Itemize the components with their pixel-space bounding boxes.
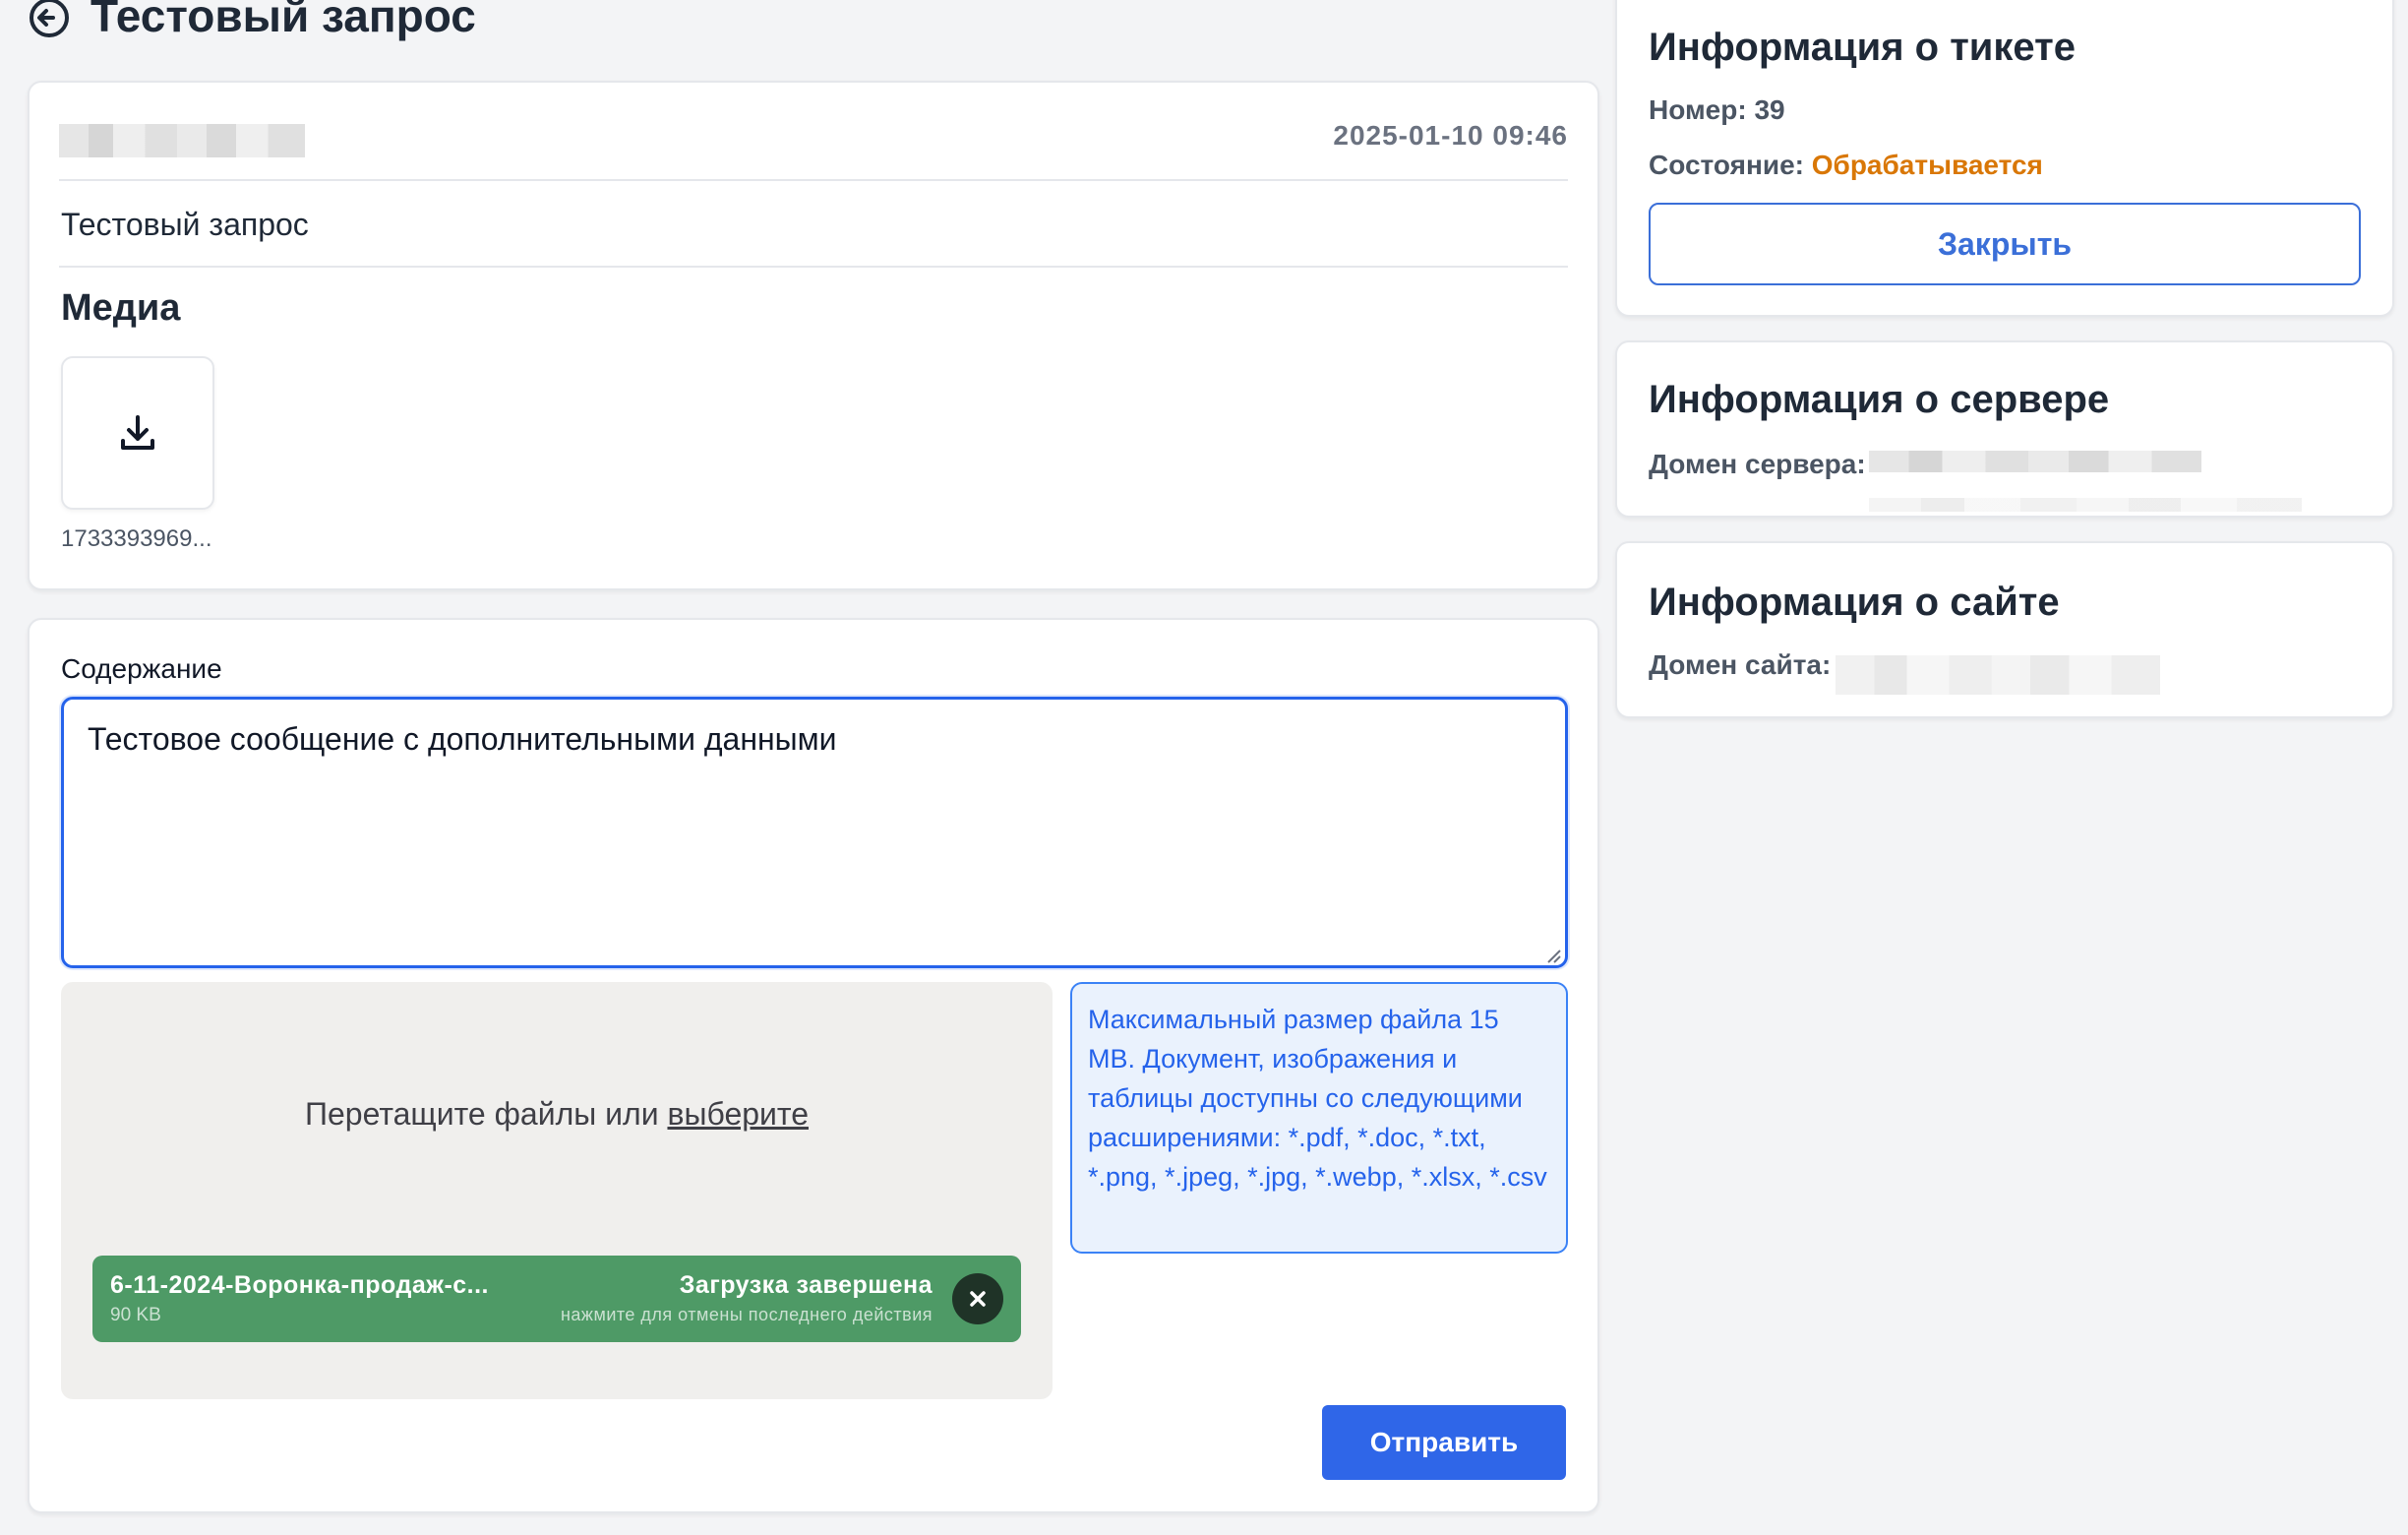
ticket-state-value: Обрабатывается: [1811, 150, 2043, 180]
ticket-number-label: Номер:: [1649, 94, 1747, 125]
back-arrow-icon: [30, 0, 69, 37]
back-button[interactable]: [28, 0, 73, 39]
server-info-heading: Информация о сервере: [1649, 378, 2110, 421]
page-title: Тестовый запрос: [90, 0, 476, 41]
ticket-info-card: Информация о тикете Номер: 39 Состояние:…: [1615, 0, 2394, 317]
ticket-info-heading: Информация о тикете: [1649, 26, 2076, 69]
upload-hint: нажмите для отмены последнего действия: [560, 1305, 933, 1324]
resize-handle-icon[interactable]: [1544, 947, 1562, 964]
server-domain-label: Домен сервера:: [1649, 449, 1866, 479]
close-ticket-label: Закрыть: [1937, 225, 2073, 262]
upload-file-size: 90 KB: [110, 1305, 161, 1325]
site-info-card: Информация о сайте Домен сайта:: [1615, 541, 2394, 718]
ticket-number: Номер: 39: [1649, 94, 1785, 126]
message-subject: Тестовый запрос: [61, 207, 309, 242]
upload-status: Загрузка завершена: [679, 1271, 933, 1299]
content-label: Содержание: [61, 653, 222, 684]
file-dropzone[interactable]: Перетащите файлы или выберите 6-11-2024-…: [61, 982, 1053, 1399]
close-ticket-button[interactable]: Закрыть: [1649, 203, 2361, 285]
server-info-card: Информация о сервере Домен сервера:: [1615, 340, 2394, 518]
ticket-number-value: 39: [1754, 94, 1785, 125]
dropzone-select-link[interactable]: выберите: [667, 1096, 809, 1132]
attachment-name: 1733393969...: [61, 525, 212, 552]
site-info-heading: Информация о сайте: [1649, 581, 2060, 624]
site-domain-redacted: [1836, 655, 2160, 695]
content-textarea[interactable]: Тестовое сообщение с дополнительными дан…: [61, 697, 1568, 968]
sender-redacted: [59, 124, 305, 157]
close-icon: [970, 1291, 986, 1307]
ticket-state-label: Состояние:: [1649, 150, 1804, 180]
ticket-state: Состояние: Обрабатывается: [1649, 150, 2043, 181]
reply-card: Содержание Тестовое сообщение с дополнит…: [28, 618, 1599, 1513]
dropzone-text: Перетащите файлы или выберите: [61, 1096, 1053, 1133]
submit-button[interactable]: Отправить: [1322, 1405, 1566, 1480]
message-timestamp: 2025-01-10 09:46: [1333, 120, 1568, 151]
upload-remove-button[interactable]: [952, 1273, 1003, 1324]
submit-label: Отправить: [1369, 1427, 1519, 1457]
file-requirements-text: Максимальный размер файла 15 MB. Докумен…: [1088, 1005, 1547, 1192]
download-icon: [121, 415, 154, 450]
server-domain-redacted-2: [1869, 498, 2302, 512]
attachment-download-button[interactable]: [61, 356, 214, 510]
server-domain-redacted: [1869, 451, 2201, 472]
site-domain-label: Домен сайта:: [1649, 649, 1832, 680]
upload-item: 6-11-2024-Воронка-продаж-с... 90 KB Загр…: [92, 1256, 1021, 1342]
dropzone-label: Перетащите файлы или: [304, 1096, 668, 1132]
media-heading: Медиа: [61, 287, 181, 329]
file-requirements-info: Максимальный размер файла 15 MB. Докумен…: [1070, 982, 1568, 1254]
upload-file-name: 6-11-2024-Воронка-продаж-с...: [110, 1271, 490, 1299]
message-card: 2025-01-10 09:46 Тестовый запрос Медиа 1…: [28, 81, 1599, 590]
